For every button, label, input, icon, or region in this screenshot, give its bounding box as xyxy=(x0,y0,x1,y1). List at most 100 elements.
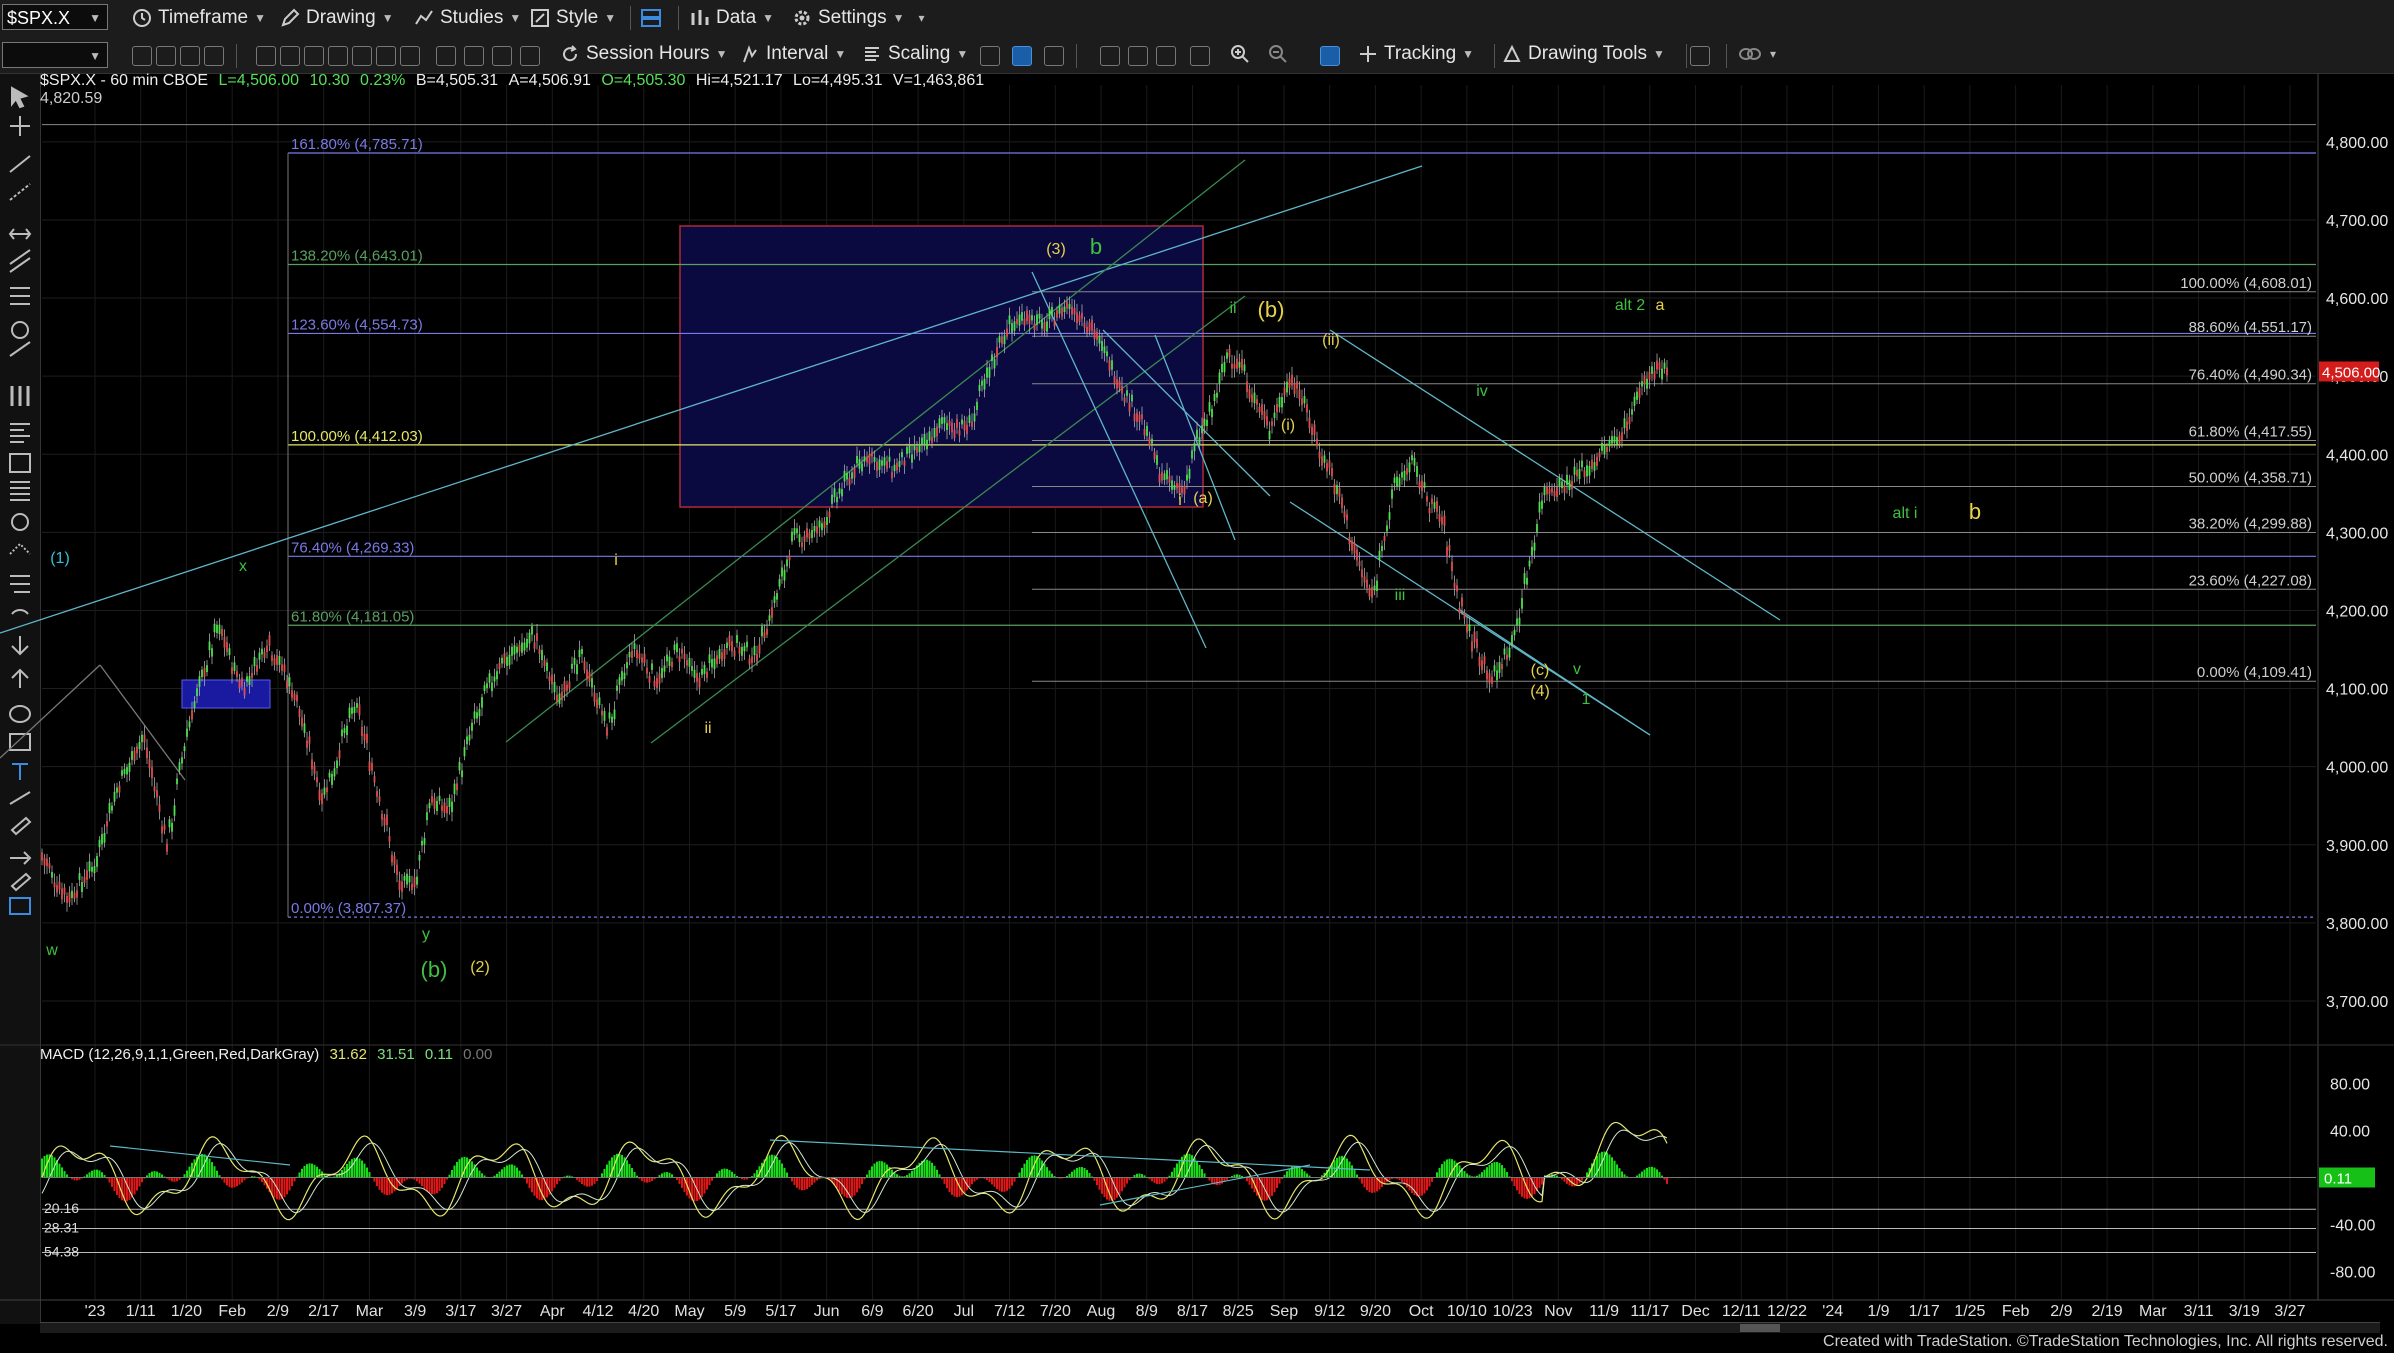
trend-line xyxy=(0,664,101,759)
time-axis-label: May xyxy=(674,1303,704,1320)
wave-label: w xyxy=(45,942,58,959)
wave-label: alt i xyxy=(1893,505,1918,522)
fib-level-label: 100.00% (4,412.03) xyxy=(291,428,423,445)
candle xyxy=(588,671,591,682)
candle xyxy=(893,464,896,472)
percent-change: 0.23% xyxy=(360,72,406,89)
candle xyxy=(1143,428,1146,436)
candle xyxy=(118,785,121,793)
wave-label: (ii) xyxy=(1322,332,1340,349)
candle xyxy=(383,817,386,826)
candle xyxy=(756,654,758,662)
candle xyxy=(1313,424,1316,436)
candle xyxy=(1558,478,1561,487)
price-chart[interactable]: 161.80% (4,785.71)138.20% (4,643.01)123.… xyxy=(0,0,2394,1353)
candle xyxy=(68,892,71,903)
candle xyxy=(136,746,138,754)
candle xyxy=(1188,468,1191,479)
trend-line xyxy=(1459,609,1651,736)
candle xyxy=(518,644,521,652)
candle xyxy=(688,658,691,667)
candle xyxy=(836,496,838,503)
candle xyxy=(1461,597,1463,607)
candle xyxy=(1418,481,1421,489)
macd-signal-line xyxy=(41,1129,1668,1214)
wave-label: iv xyxy=(1476,383,1488,400)
candle xyxy=(1526,577,1528,585)
candle xyxy=(203,667,206,677)
time-axis-label: Feb xyxy=(2002,1303,2030,1320)
candle xyxy=(528,632,531,644)
candle xyxy=(1451,561,1453,571)
candle xyxy=(1556,486,1558,498)
candle xyxy=(346,725,348,736)
candle xyxy=(738,646,741,654)
candle xyxy=(948,420,951,426)
candle xyxy=(1368,587,1371,597)
candle xyxy=(418,854,421,861)
candle xyxy=(813,525,816,532)
open-price: O=4,505.30 xyxy=(601,72,686,89)
candle xyxy=(1593,462,1596,471)
candle xyxy=(158,804,161,812)
candle xyxy=(376,791,378,797)
time-axis-label: 4/20 xyxy=(628,1303,659,1320)
candle xyxy=(1518,617,1521,625)
candle xyxy=(411,883,413,890)
candle xyxy=(793,528,796,535)
candle xyxy=(701,669,703,675)
candle xyxy=(1323,455,1326,463)
macd-pane: 20.16 28.31 54.38 xyxy=(41,1121,2316,1259)
time-axis-label: 1/9 xyxy=(1867,1303,1889,1320)
macd-trend-line xyxy=(1099,1164,1311,1206)
candle xyxy=(353,706,356,714)
price-axis-label: 4,300.00 xyxy=(2326,525,2388,542)
high-price: Hi=4,521.17 xyxy=(695,72,783,89)
candle xyxy=(351,707,353,714)
candle xyxy=(1121,385,1123,394)
candle xyxy=(608,712,611,719)
time-axis-label: 8/9 xyxy=(1136,1303,1158,1320)
time-axis-label: '24 xyxy=(1822,1303,1843,1320)
candle xyxy=(1431,498,1433,505)
candle xyxy=(886,461,888,469)
fib-level-label: 100.00% (4,608.01) xyxy=(2180,275,2312,292)
candle xyxy=(1321,456,1323,466)
time-axis-label: Mar xyxy=(2139,1303,2167,1320)
candle xyxy=(936,426,938,437)
fib-level-label: 38.20% (4,299.88) xyxy=(2189,515,2312,532)
candle xyxy=(641,657,643,663)
candle xyxy=(878,459,881,470)
candle xyxy=(1043,322,1046,331)
candle xyxy=(176,778,178,785)
scrollbar-thumb[interactable] xyxy=(1740,1324,1780,1332)
candle xyxy=(781,567,783,577)
candle xyxy=(291,690,293,698)
candle xyxy=(161,826,163,834)
price-pane: 161.80% (4,785.71)138.20% (4,643.01)123.… xyxy=(0,124,2316,982)
candle xyxy=(1233,363,1236,369)
horizontal-scrollbar[interactable] xyxy=(40,1322,2380,1333)
candle xyxy=(1208,402,1211,412)
candle xyxy=(191,710,193,720)
candle xyxy=(1498,662,1501,673)
price-axis-label: 4,700.00 xyxy=(2326,213,2388,230)
time-axis-label: Sep xyxy=(1270,1303,1299,1320)
wave-label: (2) xyxy=(470,959,490,976)
candle xyxy=(1636,391,1638,400)
time-axis-label: 11/17 xyxy=(1630,1303,1669,1320)
candle xyxy=(1068,303,1071,310)
candle xyxy=(156,790,158,798)
time-axis-label: 8/25 xyxy=(1223,1303,1254,1320)
time-axis-label: 3/11 xyxy=(2184,1303,2214,1320)
candle xyxy=(1081,312,1083,319)
candle xyxy=(1091,319,1093,331)
candle xyxy=(598,697,601,705)
candle xyxy=(823,521,826,529)
candle xyxy=(908,445,911,454)
candle xyxy=(208,641,211,651)
candle xyxy=(658,673,661,684)
time-axis-label: 2/9 xyxy=(2050,1303,2072,1320)
candle xyxy=(1403,470,1406,481)
candle xyxy=(731,641,733,652)
